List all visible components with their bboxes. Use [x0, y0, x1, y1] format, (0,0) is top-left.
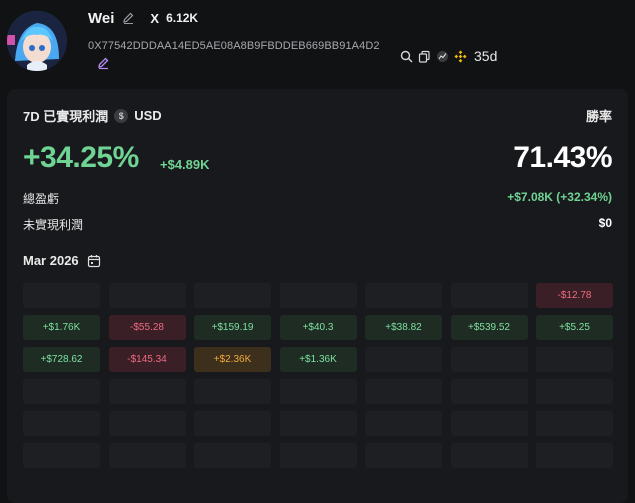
calendar-empty-cell — [365, 411, 442, 436]
wallet-address: 0X77542DDDAA14ED5AE08A8B9FBDDEB669BB91A4… — [88, 40, 380, 52]
calendar-empty-cell — [536, 347, 613, 372]
calendar-empty-cell — [365, 283, 442, 308]
calendar-empty-cell — [536, 379, 613, 404]
calendar-empty-cell — [23, 283, 100, 308]
pnl-amount: +$4.89K — [160, 157, 210, 172]
period-header[interactable]: 7D 已實現利潤 $ USD — [23, 106, 162, 125]
calendar-empty-cell — [450, 347, 528, 372]
calendar-empty-cell — [536, 411, 613, 436]
calendar-empty-cell — [108, 443, 186, 468]
calendar-day-cell[interactable]: +$40.3 — [279, 315, 357, 340]
calendar-day-cell[interactable]: -$12.78 — [536, 283, 613, 308]
calendar-empty-cell — [23, 411, 100, 436]
calendar-empty-cell — [194, 411, 271, 436]
wallet-actions: 35d — [400, 47, 497, 65]
calendar-empty-cell — [450, 379, 528, 404]
calendar-empty-cell — [450, 283, 528, 308]
copy-icon[interactable] — [418, 50, 431, 63]
profile-name: Wei — [88, 9, 115, 27]
calendar-empty-cell — [23, 443, 100, 468]
winrate-label: 勝率 — [585, 109, 612, 124]
calendar-empty-cell — [365, 347, 442, 372]
calendar-empty-cell — [23, 379, 100, 404]
month-label: Mar 2026 — [23, 253, 79, 268]
calendar-empty-cell — [108, 283, 186, 308]
x-twitter-icon[interactable]: X — [150, 11, 159, 26]
calendar-day-cell[interactable]: +$38.82 — [365, 315, 442, 340]
calendar-empty-cell — [279, 411, 357, 436]
calendar-day-cell[interactable]: +$1.36K — [279, 347, 357, 372]
calendar-empty-cell — [279, 443, 357, 468]
calendar-empty-cell — [365, 379, 442, 404]
calendar-empty-cell — [450, 411, 528, 436]
total-pnl-label: 總盈虧 — [23, 192, 60, 206]
calendar-icon[interactable] — [87, 254, 101, 268]
calendar-empty-cell — [108, 411, 186, 436]
edit-note-icon[interactable] — [96, 56, 110, 70]
wallet-age: 35d — [474, 48, 498, 64]
calendar-day-cell[interactable]: +$159.19 — [194, 315, 271, 340]
calendar-empty-cell — [450, 443, 528, 468]
calendar-empty-cell — [194, 379, 271, 404]
winrate-value: 71.43% — [513, 141, 612, 174]
avatar[interactable] — [7, 11, 67, 71]
calendar-day-cell[interactable]: +$539.52 — [450, 315, 528, 340]
unrealized-value: $0 — [598, 216, 612, 230]
calendar-day-cell[interactable]: +$728.62 — [23, 347, 100, 372]
calendar-day-cell[interactable]: -$55.28 — [108, 315, 186, 340]
usd-coin-icon: $ — [114, 108, 129, 123]
chart-link-icon[interactable] — [436, 50, 449, 63]
month-selector[interactable]: Mar 2026 — [23, 253, 101, 268]
x-followers-count: 6.12K — [166, 11, 199, 25]
search-icon[interactable] — [400, 50, 413, 63]
calendar-empty-cell — [279, 379, 357, 404]
calendar-day-cell[interactable]: +$1.76K — [23, 315, 100, 340]
pnl-percent: +34.25% — [23, 141, 139, 174]
calendar-day-cell[interactable]: +$5.25 — [536, 315, 613, 340]
binance-icon[interactable] — [454, 49, 467, 63]
unrealized-label: 未實現利潤 — [23, 218, 84, 232]
profile-header: Wei X 6.12K 0X77542DDDAA14ED5AE08A8B9FBD… — [0, 0, 635, 82]
calendar-empty-cell — [365, 443, 442, 468]
pnl-card: 7D 已實現利潤 $ USD 勝率 +34.25% +$4.89K 71.43%… — [7, 89, 628, 503]
calendar-empty-cell — [108, 379, 186, 404]
period-label: 7D 已實現利潤 — [23, 109, 109, 124]
calendar-empty-cell — [194, 443, 271, 468]
currency-label: USD — [134, 108, 162, 123]
calendar-empty-cell — [536, 443, 613, 468]
total-pnl-value: +$7.08K (+32.34%) — [507, 190, 612, 204]
calendar-empty-cell — [279, 283, 357, 308]
calendar-day-cell[interactable]: -$145.34 — [108, 347, 186, 372]
calendar-day-cell[interactable]: +$2.36K — [194, 347, 271, 372]
calendar-empty-cell — [194, 283, 271, 308]
edit-name-icon[interactable] — [121, 11, 135, 25]
